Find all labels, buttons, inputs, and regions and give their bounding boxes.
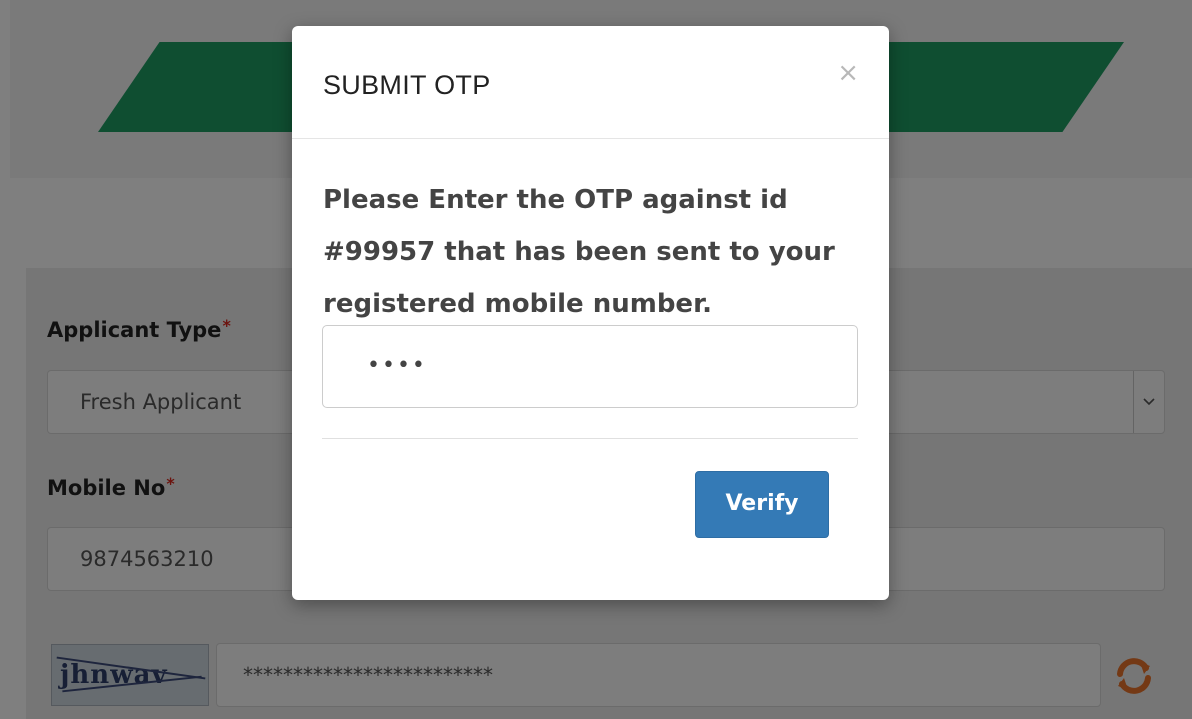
otp-instruction-text: Please Enter the OTP against id #99957 t…	[323, 185, 835, 319]
modal-header: SUBMIT OTP ×	[292, 26, 889, 139]
verify-button[interactable]: Verify	[695, 471, 829, 538]
modal-divider	[322, 438, 858, 439]
modal-title: SUBMIT OTP	[323, 70, 491, 100]
otp-modal: SUBMIT OTP × Please Enter the OTP agains…	[292, 26, 889, 600]
close-icon[interactable]: ×	[837, 58, 859, 88]
otp-input[interactable]: ••••	[322, 325, 858, 408]
otp-input-value: ••••	[367, 353, 427, 378]
